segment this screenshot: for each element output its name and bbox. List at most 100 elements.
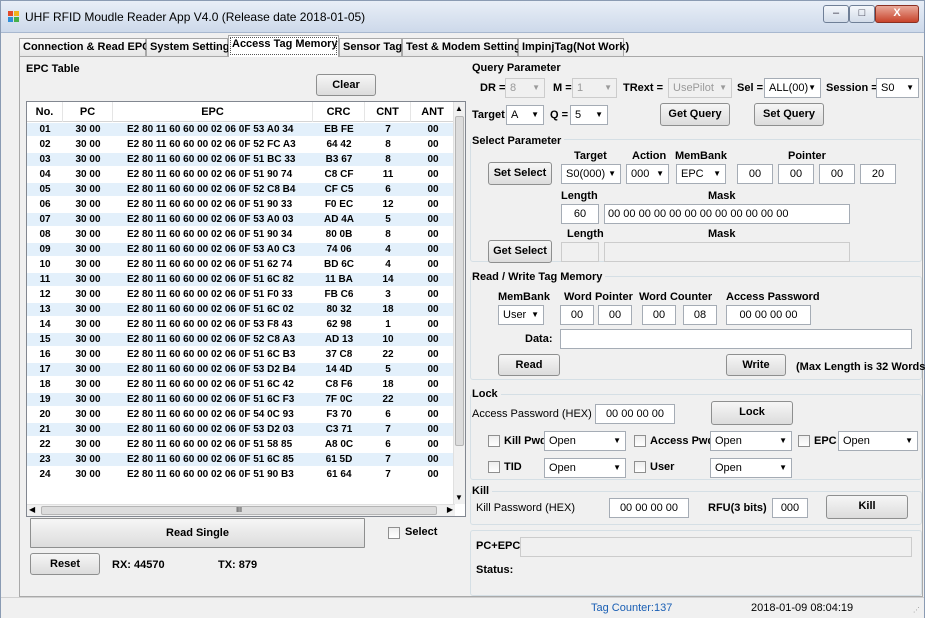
user-checkbox[interactable] (634, 461, 646, 473)
get-query-button[interactable]: Get Query (660, 103, 730, 126)
table-row[interactable]: 09 30 00 E2 80 11 60 60 00 02 06 0F 53 A0 … (27, 243, 455, 256)
clear-button[interactable]: Clear (316, 74, 376, 96)
epc-table[interactable]: No. PC EPC CRC CNT ANT 01 30 00 E2 80 11 6… (26, 101, 466, 517)
col-crc[interactable]: CRC (313, 102, 365, 122)
tab-connection-read-epc[interactable]: Connection & Read EPC (19, 38, 150, 56)
kill-pwd-checkbox[interactable] (488, 435, 500, 447)
select-checkbox[interactable] (388, 527, 400, 539)
kill-pwd-select[interactable]: Open ▼ (544, 431, 626, 451)
length-input[interactable]: 60 (561, 204, 599, 224)
tab-system-setting[interactable]: System Setting (146, 38, 229, 56)
tab-sensor-tag[interactable]: Sensor Tag (339, 38, 402, 56)
table-row[interactable]: 02 30 00 E2 80 11 60 60 00 02 06 0F 52 FC … (27, 138, 455, 151)
cell-ant: 00 (427, 439, 439, 450)
table-row[interactable]: 08 30 00 E2 80 11 60 60 00 02 06 0F 51 90 … (27, 228, 455, 241)
table-row[interactable]: 15 30 00 E2 80 11 60 60 00 02 06 0F 52 C8 … (27, 333, 455, 346)
sel-value: ALL(00) (769, 82, 809, 94)
tab-access-tag-memory[interactable]: Access Tag Memory (228, 35, 339, 57)
pointer-byte-4[interactable]: 20 (860, 164, 896, 184)
lock-access-password-input[interactable]: 00 00 00 00 (595, 404, 675, 424)
table-row[interactable]: 23 30 00 E2 80 11 60 60 00 02 06 0F 51 6C … (27, 453, 455, 466)
minimize-button[interactable]: – (823, 5, 849, 23)
read-button[interactable]: Read (498, 354, 560, 376)
table-row[interactable]: 01 30 00 E2 80 11 60 60 00 02 06 0F 53 A0 … (27, 123, 455, 136)
cell-no: 12 (39, 289, 51, 300)
epc-checkbox[interactable] (798, 435, 810, 447)
epc-lock-select[interactable]: Open ▼ (838, 431, 918, 451)
table-row[interactable]: 18 30 00 E2 80 11 60 60 00 02 06 0F 51 6C … (27, 378, 455, 391)
table-row[interactable]: 22 30 00 E2 80 11 60 60 00 02 06 0F 51 58 … (27, 438, 455, 451)
word-counter-byte-1[interactable]: 00 (642, 305, 676, 325)
lock-button[interactable]: Lock (711, 401, 793, 425)
table-row[interactable]: 16 30 00 E2 80 11 60 60 00 02 06 0F 51 6C … (27, 348, 455, 361)
user-select[interactable]: Open ▼ (710, 458, 792, 478)
word-pointer-byte-1[interactable]: 00 (560, 305, 594, 325)
target-select[interactable]: A ▼ (506, 105, 544, 125)
table-row[interactable]: 19 30 00 E2 80 11 60 60 00 02 06 0F 51 6C … (27, 393, 455, 406)
resize-grip-icon[interactable]: ⋰ (913, 606, 920, 614)
vertical-scrollbar[interactable]: ▲ ▼ (453, 102, 465, 504)
access-pwd-checkbox[interactable] (634, 435, 646, 447)
table-row[interactable]: 12 30 00 E2 80 11 60 60 00 02 06 0F 51 F0 … (27, 288, 455, 301)
table-row[interactable]: 04 30 00 E2 80 11 60 60 00 02 06 0F 51 90 … (27, 168, 455, 181)
hscroll-thumb[interactable]: III (41, 506, 437, 515)
tid-select[interactable]: Open ▼ (544, 458, 626, 478)
tab-test-modem-setting[interactable]: Test & Modem Setting (402, 38, 521, 56)
col-epc[interactable]: EPC (113, 102, 313, 122)
table-row[interactable]: 06 30 00 E2 80 11 60 60 00 02 06 0F 51 90 … (27, 198, 455, 211)
select-target-select[interactable]: S0(000) ▼ (561, 164, 621, 184)
table-row[interactable]: 14 30 00 E2 80 11 60 60 00 02 06 0F 53 F8 … (27, 318, 455, 331)
sel-select[interactable]: ALL(00) ▼ (764, 78, 821, 98)
set-query-button[interactable]: Set Query (754, 103, 824, 126)
scroll-left-icon[interactable]: ◀ (29, 505, 35, 514)
write-button[interactable]: Write (726, 354, 786, 376)
table-row[interactable]: 10 30 00 E2 80 11 60 60 00 02 06 0F 51 62 … (27, 258, 455, 271)
reset-button[interactable]: Reset (30, 553, 100, 575)
col-ant[interactable]: ANT (411, 102, 455, 122)
mask-input[interactable]: 00 00 00 00 00 00 00 00 00 00 00 00 (604, 204, 850, 224)
dr-select[interactable]: 8 ▼ (505, 78, 545, 98)
get-select-button[interactable]: Get Select (488, 240, 552, 263)
table-row[interactable]: 05 30 00 E2 80 11 60 60 00 02 06 0F 52 C8 … (27, 183, 455, 196)
scroll-right-icon[interactable]: ▶ (447, 505, 453, 514)
set-select-button[interactable]: Set Select (488, 162, 552, 185)
table-row[interactable]: 20 30 00 E2 80 11 60 60 00 02 06 0F 54 0C … (27, 408, 455, 421)
kill-password-input[interactable]: 00 00 00 00 (609, 498, 689, 518)
close-button[interactable]: X (875, 5, 919, 23)
scroll-down-icon[interactable]: ▼ (455, 493, 463, 502)
trext-select[interactable]: UsePilot ▼ (668, 78, 732, 98)
select-action-select[interactable]: 000 ▼ (626, 164, 669, 184)
access-password-input[interactable]: 00 00 00 00 (726, 305, 811, 325)
maximize-button[interactable]: □ (849, 5, 875, 23)
table-row[interactable]: 21 30 00 E2 80 11 60 60 00 02 06 0F 53 D2 … (27, 423, 455, 436)
word-pointer-byte-2[interactable]: 00 (598, 305, 632, 325)
access-pwd-select[interactable]: Open ▼ (710, 431, 792, 451)
table-row[interactable]: 17 30 00 E2 80 11 60 60 00 02 06 0F 53 D2 … (27, 363, 455, 376)
scroll-up-icon[interactable]: ▲ (455, 104, 463, 113)
pointer-byte-3[interactable]: 00 (819, 164, 855, 184)
tid-checkbox[interactable] (488, 461, 500, 473)
table-row[interactable]: 13 30 00 E2 80 11 60 60 00 02 06 0F 51 6C … (27, 303, 455, 316)
session-select[interactable]: S0 ▼ (876, 78, 919, 98)
pointer-byte-1[interactable]: 00 (737, 164, 773, 184)
data-input[interactable] (560, 329, 912, 349)
table-row[interactable]: 11 30 00 E2 80 11 60 60 00 02 06 0F 51 6C … (27, 273, 455, 286)
scroll-thumb[interactable] (455, 116, 464, 446)
table-row[interactable]: 03 30 00 E2 80 11 60 60 00 02 06 0F 51 BC … (27, 153, 455, 166)
table-row[interactable]: 24 30 00 E2 80 11 60 60 00 02 06 0F 51 90 … (27, 468, 455, 481)
table-row[interactable]: 07 30 00 E2 80 11 60 60 00 02 06 0F 53 A0 … (27, 213, 455, 226)
tab-impinj-tag[interactable]: ImpinjTag(Not Work) (518, 38, 629, 56)
pointer-byte-2[interactable]: 00 (778, 164, 814, 184)
m-select[interactable]: 1 ▼ (572, 78, 617, 98)
col-no[interactable]: No. (27, 102, 63, 122)
rfu-input[interactable]: 000 (772, 498, 808, 518)
col-pc[interactable]: PC (63, 102, 113, 122)
kill-button[interactable]: Kill (826, 495, 908, 519)
word-counter-byte-2[interactable]: 08 (683, 305, 717, 325)
select-membank-select[interactable]: EPC ▼ (676, 164, 726, 184)
horizontal-scrollbar[interactable]: ◀ III ▶ (27, 504, 455, 516)
rw-membank-select[interactable]: User ▼ (498, 305, 544, 325)
q-select[interactable]: 5 ▼ (570, 105, 608, 125)
read-single-button[interactable]: Read Single (30, 518, 365, 548)
col-cnt[interactable]: CNT (365, 102, 411, 122)
